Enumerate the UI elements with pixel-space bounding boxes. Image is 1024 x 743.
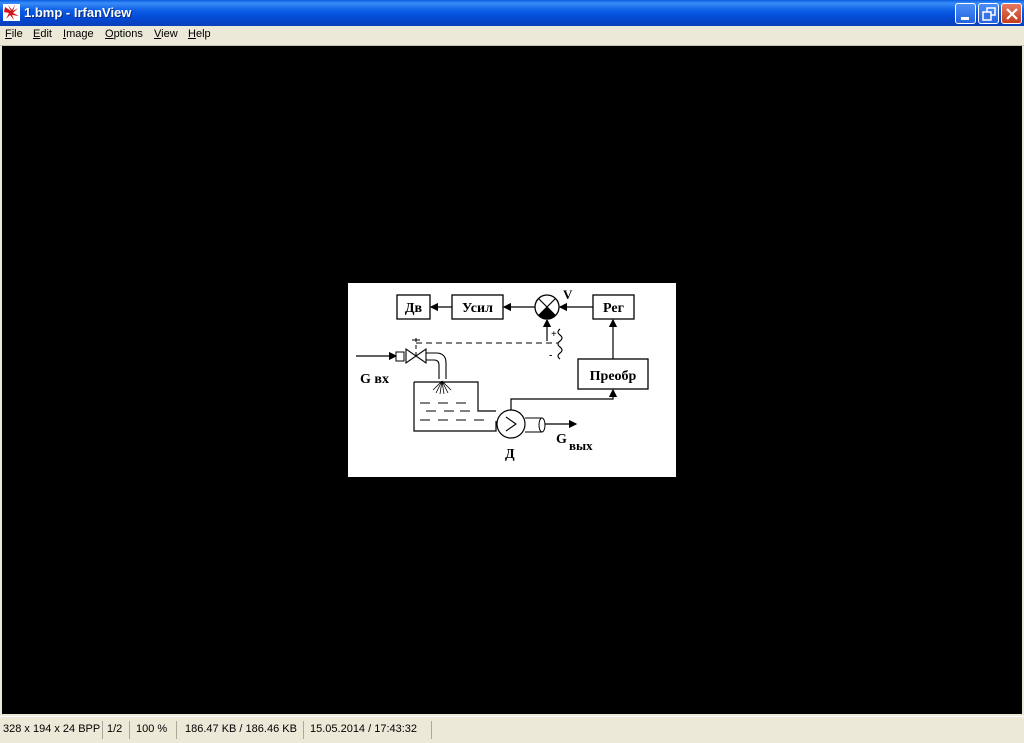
title-bar[interactable]: 1.bmp - IrfanView: [0, 0, 1024, 26]
close-icon: [1006, 8, 1018, 20]
status-file-size: 186.47 KB / 186.46 KB: [182, 721, 304, 739]
label-g-out: G: [556, 432, 567, 447]
minimize-button[interactable]: [955, 3, 976, 24]
block-dv-label: Дв: [405, 301, 423, 316]
restore-icon: [982, 7, 996, 21]
label-d: Д: [505, 447, 515, 462]
menu-image[interactable]: Image: [63, 28, 94, 40]
status-datetime: 15.05.2014 / 17:43:32: [307, 721, 432, 739]
status-dimensions: 328 x 194 x 24 BPP: [0, 721, 103, 739]
control-diagram: Дв Усил Рег Преобр V + - G вх Д G вых: [356, 287, 649, 462]
menu-file[interactable]: File: [5, 28, 23, 40]
label-g-in: G вх: [360, 372, 389, 387]
block-reg-label: Рег: [603, 301, 624, 316]
window-title: 1.bmp - IrfanView: [24, 5, 132, 20]
status-bar: 328 x 194 x 24 BPP 1/2 100 % 186.47 KB /…: [0, 716, 1024, 743]
sensor-d: [496, 409, 526, 439]
displayed-image[interactable]: Дв Усил Рег Преобр V + - G вх Д G вых: [348, 283, 676, 477]
label-minus: -: [549, 350, 552, 361]
label-v: V: [563, 287, 573, 302]
irfanview-app-icon[interactable]: [3, 4, 20, 21]
label-g-out-sub: вых: [569, 438, 593, 453]
menu-help[interactable]: Help: [188, 28, 211, 40]
menu-edit[interactable]: Edit: [33, 28, 52, 40]
tank: [413, 381, 497, 432]
label-plus: +: [551, 329, 557, 340]
menu-view[interactable]: View: [154, 28, 178, 40]
block-preobr-label: Преобр: [590, 369, 637, 384]
block-usil-label: Усил: [462, 301, 493, 316]
menu-bar: File Edit Image Options View Help: [0, 26, 1024, 46]
restore-button[interactable]: [978, 3, 999, 24]
menu-options[interactable]: Options: [105, 28, 143, 40]
close-button[interactable]: [1001, 3, 1022, 24]
status-zoom: 100 %: [133, 721, 177, 739]
status-page: 1/2: [104, 721, 130, 739]
minimize-icon: [961, 17, 969, 20]
